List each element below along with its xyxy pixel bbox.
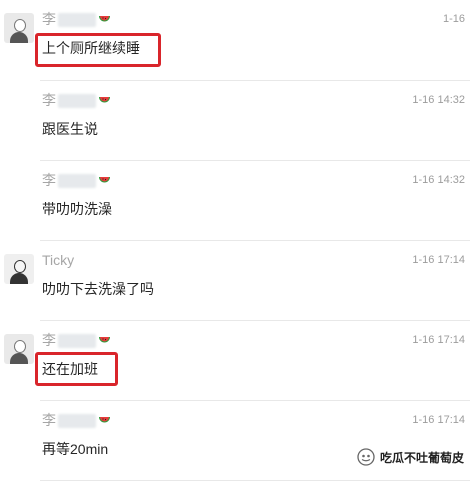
message-item: Ticky 1-16 17:14 叻叻下去洗澡了吗 (0, 241, 470, 321)
watermelon-icon (98, 14, 111, 26)
message-time: 1-16 17:14 (412, 254, 465, 266)
sender-name: 李 (42, 330, 111, 350)
wechat-channel-icon (357, 448, 375, 466)
redacted-name (58, 174, 96, 189)
message-text: 叻叻下去洗澡了吗 (42, 281, 154, 297)
redacted-name (58, 13, 96, 28)
message-text: 再等20min (42, 441, 109, 457)
sender-label: 李 (42, 172, 56, 188)
sender-label: 李 (42, 412, 56, 428)
chat-history: 李 1-16 上个厕所继续睡 李 1-16 14:32 跟医生说 李 1-16 … (0, 0, 470, 486)
divider (40, 480, 470, 481)
redacted-name (58, 334, 96, 349)
watermelon-icon (98, 95, 111, 107)
message-item: 李 1-16 17:14 还在加班 (0, 321, 470, 401)
sender-label: 李 (42, 332, 56, 348)
sender-name: 李 (42, 9, 111, 29)
redacted-name (58, 414, 96, 429)
message-item: 李 1-16 17:14 再等20min (0, 401, 470, 481)
watermark-label: 吃瓜不吐葡萄皮 (379, 450, 464, 465)
message-time: 1-16 17:14 (412, 414, 465, 426)
sender-name: 李 (42, 410, 111, 430)
sender-name: 李 (42, 90, 111, 110)
sender-name: Ticky (42, 250, 74, 270)
avatar[interactable] (4, 254, 34, 284)
message-item: 李 1-16 14:32 带叻叻洗澡 (0, 161, 470, 241)
sender-name: 李 (42, 170, 111, 190)
message-time: 1-16 14:32 (412, 174, 465, 186)
sender-label: 李 (42, 11, 56, 27)
sender-label: Ticky (42, 252, 75, 268)
watermelon-icon (98, 415, 111, 427)
message-time: 1-16 (442, 13, 465, 25)
highlight-box (35, 352, 118, 386)
highlight-box (35, 33, 161, 67)
sender-label: 李 (42, 92, 56, 108)
message-time: 1-16 14:32 (412, 94, 465, 106)
watermark: 吃瓜不吐葡萄皮 (357, 446, 464, 468)
watermelon-icon (98, 175, 111, 187)
message-text: 跟医生说 (42, 121, 98, 137)
message-time: 1-16 17:14 (412, 334, 465, 346)
redacted-name (58, 94, 96, 109)
message-text: 带叻叻洗澡 (42, 201, 112, 217)
avatar[interactable] (4, 13, 34, 43)
message-item: 李 1-16 上个厕所继续睡 (0, 0, 470, 80)
watermelon-icon (98, 335, 111, 347)
avatar[interactable] (4, 334, 34, 364)
message-item: 李 1-16 14:32 跟医生说 (0, 81, 470, 161)
